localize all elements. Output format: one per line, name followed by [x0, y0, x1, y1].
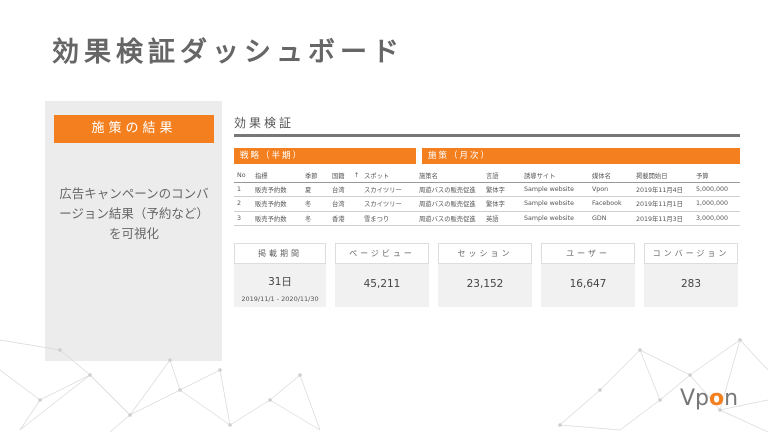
table-cell: Facebook: [589, 196, 633, 212]
column-header[interactable]: 国籍: [329, 170, 351, 183]
kpi-card-value: 31日: [268, 276, 292, 288]
kpi-card-conversions: コンバージョン 283: [644, 243, 738, 307]
table-cell: [351, 182, 361, 197]
kpi-card-label: ユーザー: [541, 243, 635, 264]
kpi-card-period: 掲載期間 31日 2019/11/1 - 2020/11/30: [234, 243, 326, 307]
table-cell: 2019年11月1日: [633, 196, 693, 212]
table-cell: 冬: [302, 211, 329, 226]
table-cell: 販売予約数: [252, 196, 302, 212]
table-cell: 夏: [302, 182, 329, 197]
table-cell: GDN: [589, 211, 633, 226]
table-row[interactable]: 2 販売予約数 冬 台湾 スカイツリー 周遊バスの販売促進 繁体字 Sample…: [234, 196, 740, 212]
page-title: 効果検証ダッシュボード: [52, 37, 404, 68]
table-cell: 2019年11月4日: [633, 182, 693, 197]
table-cell: 繁体字: [483, 196, 521, 212]
table-cell: 販売予約数: [252, 182, 302, 197]
table-cell: 周遊バスの販売促進: [416, 196, 483, 212]
table-cell: 3: [234, 211, 252, 226]
measures-group-header: 施策（月次）: [422, 148, 740, 164]
column-header[interactable]: 掲載開始日: [633, 170, 693, 183]
column-header[interactable]: 言語: [483, 170, 521, 183]
table-cell: 香港: [329, 211, 351, 226]
table-cell: 販売予約数: [252, 211, 302, 226]
table-cell: 2019年11月3日: [633, 211, 693, 226]
table-cell: Sample website: [521, 182, 589, 197]
results-label: 施策の結果: [54, 115, 214, 143]
kpi-card-date-range: 2019/11/1 - 2020/11/30: [241, 295, 319, 303]
table-cell: 周遊バスの販売促進: [416, 211, 483, 226]
kpi-card-sessions: セッション 23,152: [438, 243, 532, 307]
table-cell: 繁体字: [483, 182, 521, 197]
vpon-logo: Vpon: [680, 386, 739, 411]
table-cell: [351, 211, 361, 226]
kpi-card-value: 23,152: [466, 278, 504, 290]
table-cell: 2: [234, 196, 252, 212]
kpi-card-label: 掲載期間: [234, 243, 326, 264]
column-header[interactable]: 誘導サイト: [521, 170, 589, 183]
network-background-graphic: [0, 338, 768, 432]
campaign-table: No 指標 季節 国籍 ↑ スポット 施策名 言語 誘導サイト 媒体名 掲載開始…: [234, 170, 740, 226]
table-row[interactable]: 3 販売予約数 冬 香港 雪まつり 周遊バスの販売促進 英語 Sample we…: [234, 211, 740, 226]
kpi-card-users: ユーザー 16,647: [541, 243, 635, 307]
table-cell: スカイツリー: [361, 196, 416, 212]
strategy-group-header: 戦略（半期）: [234, 148, 416, 164]
column-header[interactable]: 季節: [302, 170, 329, 183]
table-cell: 台湾: [329, 196, 351, 212]
table-cell: 1: [234, 182, 252, 197]
table-cell: 5,000,000: [693, 182, 740, 197]
kpi-card-label: ページビュー: [335, 243, 429, 264]
column-header[interactable]: No: [234, 170, 252, 183]
table-cell: [351, 196, 361, 212]
kpi-card-label: コンバージョン: [644, 243, 738, 264]
column-header[interactable]: 媒体名: [589, 170, 633, 183]
table-cell: Sample website: [521, 196, 589, 212]
kpi-card-value: 16,647: [569, 278, 607, 290]
table-cell: 英語: [483, 211, 521, 226]
table-cell: 台湾: [329, 182, 351, 197]
table-cell: 雪まつり: [361, 211, 416, 226]
table-cell: Vpon: [589, 182, 633, 197]
kpi-card-value: 45,211: [363, 278, 401, 290]
table-cell: 1,000,000: [693, 196, 740, 212]
table-cell: 3,000,000: [693, 211, 740, 226]
table-cell: 冬: [302, 196, 329, 212]
sort-ascending-icon[interactable]: ↑: [351, 170, 361, 183]
column-header[interactable]: スポット: [361, 170, 416, 183]
table-cell: 周遊バスの販売促進: [416, 182, 483, 197]
section-title: 効果検証: [234, 116, 295, 130]
kpi-card-pageviews: ページビュー 45,211: [335, 243, 429, 307]
table-cell: Sample website: [521, 211, 589, 226]
column-header[interactable]: 施策名: [416, 170, 483, 183]
column-header[interactable]: 予算: [693, 170, 740, 183]
kpi-card-value: 283: [680, 278, 702, 290]
section-divider: [234, 134, 740, 137]
table-row[interactable]: 1 販売予約数 夏 台湾 スカイツリー 周遊バスの販売促進 繁体字 Sample…: [234, 182, 740, 197]
table-header-row: No 指標 季節 国籍 ↑ スポット 施策名 言語 誘導サイト 媒体名 掲載開始…: [234, 170, 740, 183]
results-description: 広告キャンペーンのコンバージョン結果（予約など）を可視化: [59, 186, 209, 241]
column-header[interactable]: 指標: [252, 170, 302, 183]
table-cell: スカイツリー: [361, 182, 416, 197]
kpi-card-label: セッション: [438, 243, 532, 264]
